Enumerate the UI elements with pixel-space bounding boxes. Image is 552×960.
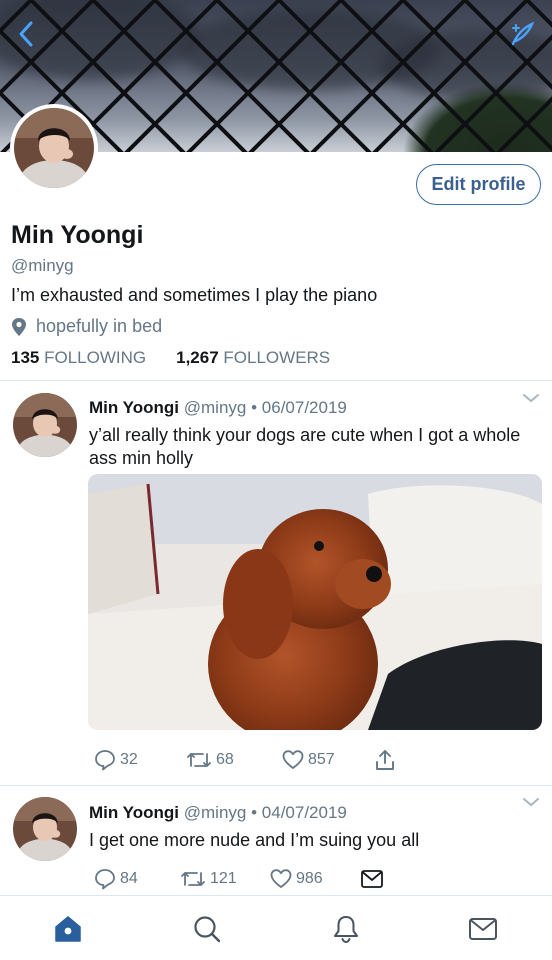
tweet-avatar[interactable] bbox=[13, 797, 77, 861]
like-count: 986 bbox=[296, 870, 323, 887]
compose-feather-icon bbox=[511, 21, 535, 46]
tab-notifications[interactable] bbox=[329, 912, 363, 946]
avatar-image bbox=[13, 797, 77, 861]
reply-button[interactable]: 84 bbox=[94, 868, 180, 890]
envelope-icon bbox=[361, 870, 383, 888]
retweet-count: 68 bbox=[216, 751, 234, 768]
envelope-icon bbox=[469, 918, 497, 940]
tweet-date: 06/07/2019 bbox=[261, 398, 347, 417]
compose-button[interactable] bbox=[506, 18, 538, 50]
profile-avatar[interactable] bbox=[10, 104, 98, 192]
bell-icon bbox=[334, 916, 358, 944]
like-button[interactable]: 986 bbox=[270, 868, 360, 890]
retweet-icon bbox=[187, 753, 211, 767]
bottom-tab-bar bbox=[0, 895, 552, 960]
like-count: 857 bbox=[308, 751, 335, 768]
followers-link[interactable]: 1,267 FOLLOWERS bbox=[176, 348, 330, 368]
divider bbox=[0, 785, 552, 786]
profile-name: Min Yoongi bbox=[11, 221, 144, 249]
reply-count: 84 bbox=[120, 870, 138, 887]
heart-icon bbox=[282, 750, 304, 769]
profile-location: hopefully in bed bbox=[11, 316, 162, 337]
reply-count: 32 bbox=[120, 751, 138, 768]
tweet-media-image[interactable] bbox=[88, 474, 542, 730]
back-button[interactable] bbox=[10, 18, 42, 50]
tweet-header: Min Yoongi @minyg • 06/07/2019 bbox=[89, 398, 347, 418]
chevron-left-icon bbox=[19, 21, 33, 47]
divider bbox=[0, 380, 552, 381]
tab-home[interactable] bbox=[51, 912, 85, 946]
home-icon bbox=[55, 916, 81, 942]
avatar-image bbox=[13, 393, 77, 457]
profile-bio: I’m exhausted and sometimes I play the p… bbox=[11, 285, 378, 305]
tweet-avatar[interactable] bbox=[13, 393, 77, 457]
dog-photo bbox=[88, 474, 542, 730]
tweet-separator: • bbox=[251, 803, 258, 822]
edit-profile-button[interactable]: Edit profile bbox=[416, 164, 541, 205]
tweet-date: 04/07/2019 bbox=[261, 803, 347, 822]
followers-label: FOLLOWERS bbox=[223, 348, 331, 367]
share-icon bbox=[376, 750, 394, 770]
like-button[interactable]: 857 bbox=[282, 749, 374, 771]
tweet-author-name[interactable]: Min Yoongi bbox=[89, 398, 179, 417]
retweet-button[interactable]: 121 bbox=[180, 868, 270, 890]
chevron-down-icon[interactable] bbox=[522, 391, 540, 405]
search-icon bbox=[194, 916, 221, 943]
tweet-separator: • bbox=[251, 398, 258, 417]
tweet-author-handle: @minyg bbox=[183, 398, 247, 417]
tweet-text: y’all really think your dogs are cute wh… bbox=[89, 425, 521, 468]
tweet-actions: 84 121 986 bbox=[94, 868, 384, 890]
location-pin-icon bbox=[12, 317, 26, 336]
retweet-count: 121 bbox=[210, 870, 237, 887]
tweet-actions: 32 68 857 bbox=[94, 748, 396, 772]
profile-handle: @minyg bbox=[11, 256, 74, 275]
following-link[interactable]: 135 FOLLOWING bbox=[11, 348, 146, 368]
heart-icon bbox=[270, 869, 292, 888]
reply-button[interactable]: 32 bbox=[94, 749, 186, 771]
location-text: hopefully in bed bbox=[36, 316, 163, 336]
followers-count: 1,267 bbox=[176, 348, 219, 367]
retweet-icon bbox=[181, 872, 205, 886]
following-count: 135 bbox=[11, 348, 40, 367]
reply-icon bbox=[95, 750, 115, 771]
follow-stats: 135 FOLLOWING 1,267 FOLLOWERS bbox=[11, 348, 330, 368]
tab-messages[interactable] bbox=[466, 912, 500, 946]
retweet-button[interactable]: 68 bbox=[186, 749, 282, 771]
tweet-author-name[interactable]: Min Yoongi bbox=[89, 803, 179, 822]
reply-icon bbox=[95, 869, 115, 890]
chevron-down-icon[interactable] bbox=[522, 795, 540, 809]
tweet-text: I get one more nude and I’m suing you al… bbox=[89, 830, 420, 850]
share-button[interactable] bbox=[374, 748, 396, 772]
tab-search[interactable] bbox=[190, 912, 224, 946]
avatar-image bbox=[14, 108, 94, 188]
tweet-header: Min Yoongi @minyg • 04/07/2019 bbox=[89, 803, 347, 823]
tweet-author-handle: @minyg bbox=[183, 803, 247, 822]
direct-message-button[interactable] bbox=[360, 869, 384, 889]
following-label: FOLLOWING bbox=[44, 348, 147, 367]
